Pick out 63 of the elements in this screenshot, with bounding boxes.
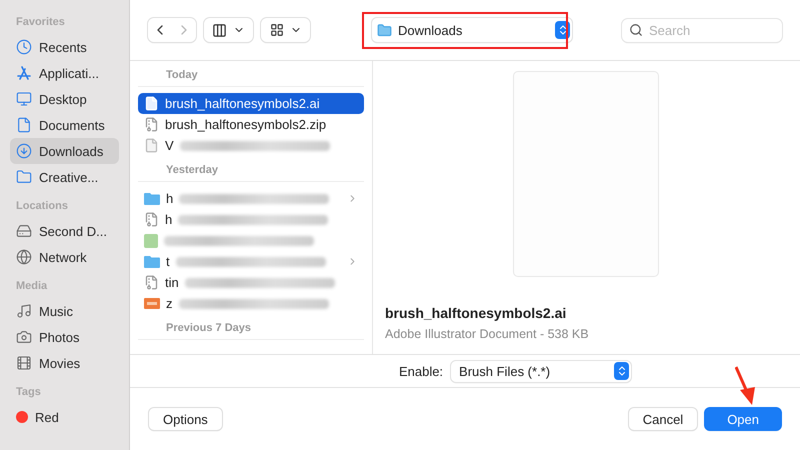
archive-icon bbox=[144, 117, 159, 132]
sidebar-item[interactable]: Music bbox=[10, 298, 119, 324]
sidebar-item[interactable]: Photos bbox=[10, 324, 119, 350]
folder-icon bbox=[16, 169, 32, 185]
sidebar-item[interactable]: Desktop bbox=[10, 86, 119, 112]
preview-info: Adobe Illustrator Document - 538 KB bbox=[385, 327, 590, 341]
music-note-icon bbox=[16, 303, 32, 319]
folder-icon bbox=[377, 22, 392, 38]
sidebar-section-header: Locations bbox=[15, 199, 69, 214]
sidebar-section-header: Tags bbox=[15, 385, 42, 400]
options-button[interactable]: Options bbox=[149, 408, 222, 430]
cancel-button[interactable]: Cancel bbox=[628, 408, 698, 430]
group-view-button[interactable] bbox=[261, 18, 310, 42]
image-file-icon bbox=[144, 298, 160, 309]
grid-icon bbox=[270, 23, 284, 37]
column-view-button[interactable] bbox=[204, 18, 253, 42]
sidebar-item[interactable]: Downloads bbox=[10, 138, 119, 164]
sidebar-section-header: Favorites bbox=[15, 15, 66, 30]
file-row[interactable]: h bbox=[138, 209, 364, 230]
file-row[interactable]: h bbox=[138, 188, 364, 209]
document-icon bbox=[144, 138, 159, 153]
globe-icon bbox=[16, 249, 32, 265]
file-row[interactable]: tin bbox=[138, 272, 364, 293]
file-row[interactable]: t bbox=[138, 251, 364, 272]
preview-filename: brush_halftonesymbols2.ai bbox=[385, 305, 568, 321]
sidebar-item[interactable]: Creative... bbox=[10, 164, 119, 190]
open-button[interactable]: Open bbox=[705, 408, 781, 430]
file-row[interactable]: z bbox=[138, 293, 364, 314]
file-row[interactable]: brush_halftonesymbols2.ai bbox=[138, 93, 364, 114]
sidebar-item[interactable]: Movies bbox=[10, 350, 119, 376]
pointer-arrow bbox=[735, 366, 757, 406]
drive-icon bbox=[16, 223, 32, 239]
download-icon bbox=[16, 143, 32, 159]
document-icon bbox=[144, 96, 159, 111]
sidebar-item[interactable]: Second D... bbox=[10, 218, 119, 244]
search-field[interactable]: Search bbox=[622, 18, 782, 42]
apps-icon bbox=[16, 65, 32, 81]
document-icon bbox=[16, 117, 32, 133]
folder-icon bbox=[144, 255, 160, 268]
columns-icon bbox=[212, 22, 227, 38]
clock-icon bbox=[16, 39, 32, 55]
archive-icon bbox=[144, 275, 159, 290]
location-dropdown[interactable]: Downloads bbox=[372, 18, 572, 42]
group-header: Today bbox=[138, 67, 364, 87]
sidebar-section-header: Media bbox=[15, 279, 48, 294]
group-header: Yesterday bbox=[138, 162, 364, 182]
file-type-dropdown[interactable]: Brush Files (*.*) bbox=[451, 360, 632, 382]
sidebar-item[interactable]: Applicati... bbox=[10, 60, 119, 86]
image-icon bbox=[144, 234, 158, 248]
desktop-icon bbox=[16, 91, 32, 107]
sidebar-item[interactable]: Recents bbox=[10, 34, 119, 60]
archive-icon bbox=[144, 212, 159, 227]
search-icon bbox=[629, 22, 643, 36]
camera-icon bbox=[16, 329, 32, 345]
file-row[interactable]: brush_halftonesymbols2.zip bbox=[138, 114, 364, 135]
film-icon bbox=[16, 355, 32, 371]
folder-icon bbox=[144, 192, 160, 205]
sidebar-item[interactable]: Documents bbox=[10, 112, 119, 138]
group-header: Previous 7 Days bbox=[138, 320, 364, 340]
file-row[interactable]: V bbox=[138, 135, 364, 156]
enable-label: Enable: bbox=[398, 364, 444, 378]
sidebar-item[interactable]: Network bbox=[10, 244, 119, 270]
sidebar-item[interactable]: Red bbox=[10, 404, 119, 430]
